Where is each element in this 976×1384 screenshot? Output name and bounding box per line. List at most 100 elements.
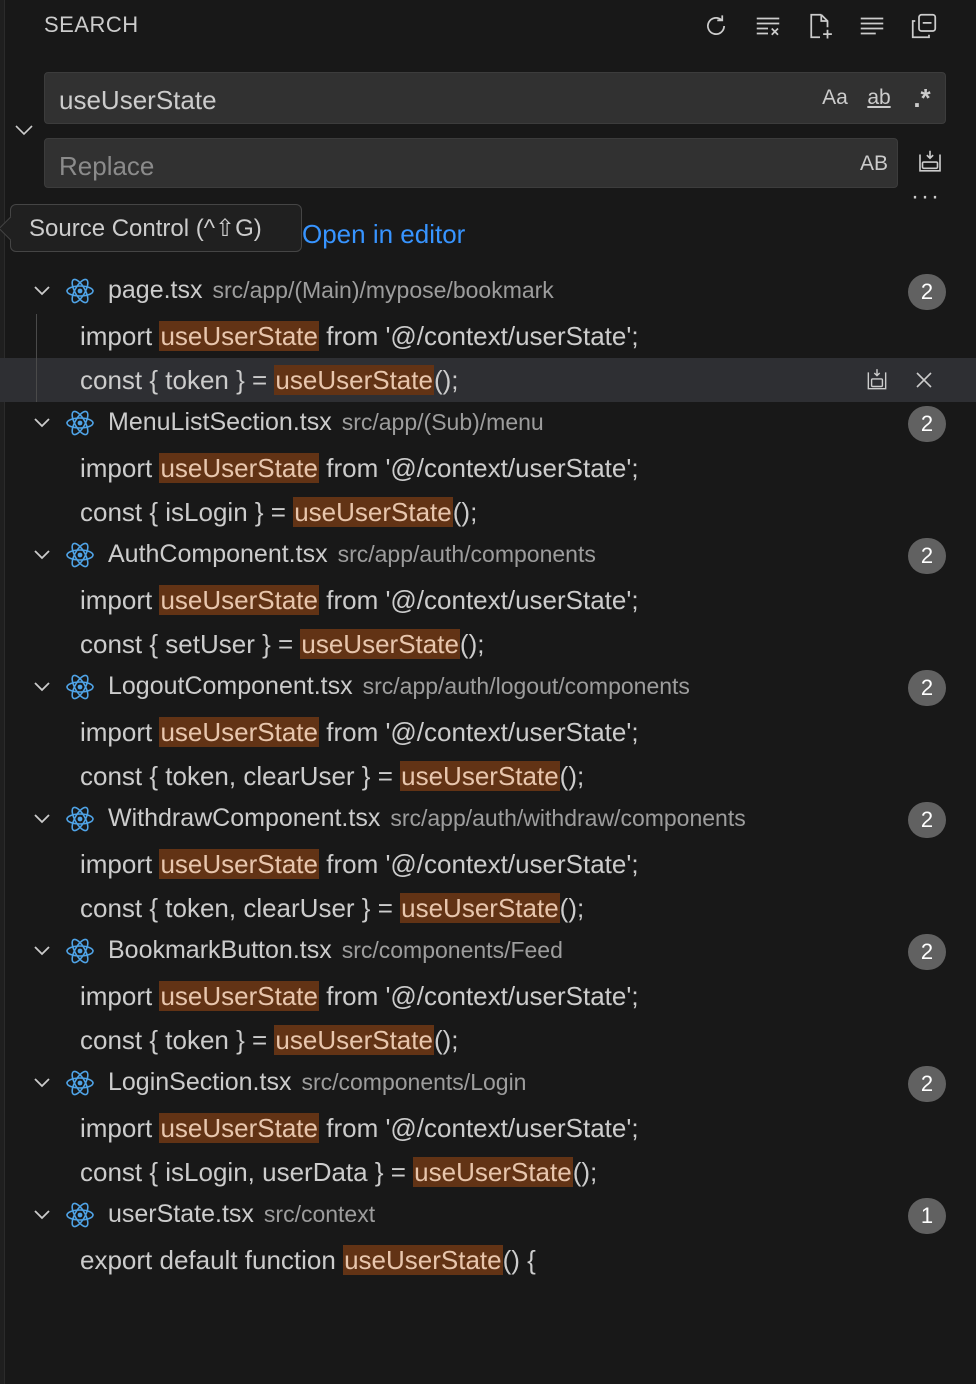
file-result-row[interactable]: LoginSection.tsx src/components/Login 2: [0, 1062, 976, 1106]
match-text: import useUserState from '@/context/user…: [80, 849, 639, 880]
match-row[interactable]: const { token, clearUser } = useUserStat…: [0, 886, 976, 930]
match-row[interactable]: const { isLogin } = useUserState();: [0, 490, 976, 534]
new-search-editor-icon[interactable]: [802, 8, 838, 44]
react-file-icon: [64, 539, 96, 571]
match-prefix: export default function: [80, 1245, 344, 1275]
match-prefix: import: [80, 453, 160, 483]
match-whole-word-button[interactable]: ab: [861, 83, 897, 113]
match-count-badge: 1: [908, 1198, 946, 1234]
view-as-tree-icon[interactable]: [906, 8, 942, 44]
replace-all-icon[interactable]: [912, 144, 948, 180]
preserve-case-button[interactable]: AB: [857, 149, 891, 179]
match-prefix: import: [80, 849, 160, 879]
more-options-icon[interactable]: ···: [908, 185, 944, 218]
chevron-down-icon[interactable]: [30, 938, 54, 962]
chevron-down-icon[interactable]: [30, 674, 54, 698]
match-suffix: () {: [502, 1245, 536, 1275]
match-text: const { token } = useUserState();: [80, 1025, 459, 1056]
match-count-badge: 2: [908, 1066, 946, 1102]
chevron-down-icon[interactable]: [30, 542, 54, 566]
match-text: import useUserState from '@/context/user…: [80, 321, 639, 352]
match-row[interactable]: const { token } = useUserState();: [0, 1018, 976, 1062]
clear-results-icon[interactable]: [750, 8, 786, 44]
match-prefix: const { token } =: [80, 1025, 275, 1055]
file-result-row[interactable]: BookmarkButton.tsx src/components/Feed 2: [0, 930, 976, 974]
match-text: import useUserState from '@/context/user…: [80, 981, 639, 1012]
file-name: page.tsx src/app/(Main)/mypose/bookmark: [108, 276, 554, 305]
search-input[interactable]: useUserState Aa ab .*: [44, 72, 946, 124]
replace-input[interactable]: Replace AB: [44, 138, 898, 188]
match-row[interactable]: const { isLogin, userData } = useUserSta…: [0, 1150, 976, 1194]
match-text: const { token, clearUser } = useUserStat…: [80, 893, 584, 924]
file-result-row[interactable]: userState.tsx src/context 1: [0, 1194, 976, 1238]
match-row[interactable]: import useUserState from '@/context/user…: [0, 1106, 976, 1150]
match-text: const { setUser } = useUserState();: [80, 629, 484, 660]
file-result-row[interactable]: LogoutComponent.tsx src/app/auth/logout/c…: [0, 666, 976, 710]
file-name-label: BookmarkButton.tsx: [108, 936, 332, 964]
file-path: src/app/auth/components: [337, 541, 596, 567]
react-file-icon: [64, 935, 96, 967]
file-name-label: LoginSection.tsx: [108, 1068, 292, 1096]
use-regex-button[interactable]: .*: [907, 83, 937, 113]
chevron-down-icon[interactable]: [30, 1202, 54, 1226]
file-result-row[interactable]: page.tsx src/app/(Main)/mypose/bookmark 2: [0, 270, 976, 314]
tree-indent-guide: [36, 358, 37, 402]
match-row[interactable]: import useUserState from '@/context/user…: [0, 710, 976, 754]
match-highlight: useUserState: [413, 1157, 573, 1187]
match-highlight: useUserState: [400, 761, 560, 791]
file-name: userState.tsx src/context: [108, 1200, 375, 1229]
replace-match-icon[interactable]: [862, 365, 892, 395]
panel-title: SEARCH: [44, 12, 139, 37]
match-text: export default function useUserState() {: [80, 1245, 536, 1276]
match-highlight: useUserState: [274, 1025, 434, 1055]
react-file-icon: [64, 275, 96, 307]
dismiss-match-icon[interactable]: [909, 365, 939, 395]
chevron-down-icon[interactable]: [30, 410, 54, 434]
match-highlight: useUserState: [159, 321, 319, 351]
match-row[interactable]: import useUserState from '@/context/user…: [0, 578, 976, 622]
match-text: import useUserState from '@/context/user…: [80, 585, 639, 616]
toggle-replace-chevron-icon[interactable]: [8, 114, 40, 146]
file-name: BookmarkButton.tsx src/components/Feed: [108, 936, 563, 965]
react-file-icon: [64, 407, 96, 439]
match-row[interactable]: const { setUser } = useUserState();: [0, 622, 976, 666]
match-row[interactable]: const { token, clearUser } = useUserStat…: [0, 754, 976, 798]
file-result-row[interactable]: AuthComponent.tsx src/app/auth/components…: [0, 534, 976, 578]
match-suffix: ();: [433, 365, 459, 395]
match-prefix: const { setUser } =: [80, 629, 301, 659]
match-row[interactable]: export default function useUserState() {: [0, 1238, 976, 1282]
match-prefix: import: [80, 585, 160, 615]
open-in-editor-link[interactable]: Open in editor: [302, 219, 465, 250]
match-highlight: useUserState: [159, 849, 319, 879]
refresh-icon[interactable]: [698, 8, 734, 44]
file-result-row[interactable]: WithdrawComponent.tsx src/app/auth/withdr…: [0, 798, 976, 842]
chevron-down-icon[interactable]: [30, 806, 54, 830]
file-result-row[interactable]: MenuListSection.tsx src/app/(Sub)/menu 2: [0, 402, 976, 446]
match-row[interactable]: import useUserState from '@/context/user…: [0, 974, 976, 1018]
chevron-down-icon[interactable]: [30, 278, 54, 302]
match-row[interactable]: const { token } = useUserState();: [0, 358, 976, 402]
match-prefix: import: [80, 1113, 160, 1143]
file-name: MenuListSection.tsx src/app/(Sub)/menu: [108, 408, 544, 437]
match-row[interactable]: import useUserState from '@/context/user…: [0, 842, 976, 886]
match-case-button[interactable]: Aa: [819, 83, 851, 113]
match-row[interactable]: import useUserState from '@/context/user…: [0, 446, 976, 490]
file-path: src/context: [263, 1201, 376, 1227]
match-text: const { isLogin } = useUserState();: [80, 497, 477, 528]
match-prefix: const { isLogin } =: [80, 497, 294, 527]
file-name: WithdrawComponent.tsx src/app/auth/withdr…: [108, 804, 746, 833]
match-highlight: useUserState: [293, 497, 453, 527]
chevron-down-icon[interactable]: [30, 1070, 54, 1094]
match-highlight: useUserState: [343, 1245, 503, 1275]
match-row[interactable]: import useUserState from '@/context/user…: [0, 314, 976, 358]
file-path: src/components/Feed: [341, 937, 563, 963]
match-count-badge: 2: [908, 274, 946, 310]
collapse-all-icon[interactable]: [854, 8, 890, 44]
match-highlight: useUserState: [159, 717, 319, 747]
match-highlight: useUserState: [159, 981, 319, 1011]
file-name: LoginSection.tsx src/components/Login: [108, 1068, 526, 1097]
match-suffix: ();: [572, 1157, 598, 1187]
match-text: import useUserState from '@/context/user…: [80, 717, 639, 748]
search-header: SEARCH: [0, 0, 976, 52]
file-name-label: AuthComponent.tsx: [108, 540, 328, 568]
